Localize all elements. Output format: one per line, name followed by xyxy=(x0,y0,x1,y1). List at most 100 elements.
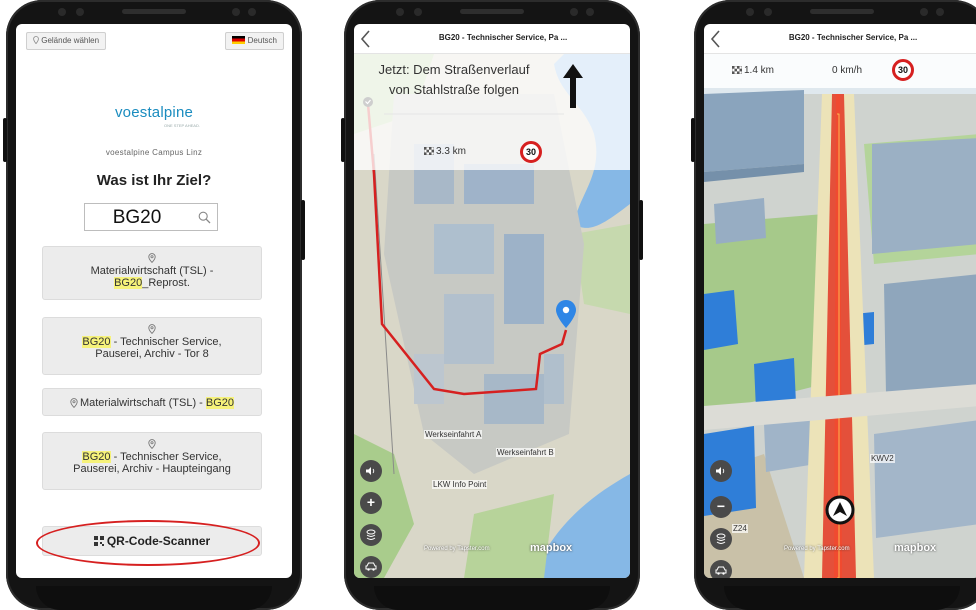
finish-flag-icon xyxy=(424,147,434,155)
result-line: Pauserei, Archiv - Tor 8 xyxy=(95,348,209,360)
result-item[interactable]: BG20 - Technischer Service, Pauserei, Ar… xyxy=(42,432,262,490)
phone-3d-navigation: BG20 - Technischer Service, Pa ... 1.4 k… xyxy=(691,0,976,610)
layers-icon xyxy=(366,529,376,540)
phone-top-bezel xyxy=(344,0,640,24)
site-select-button[interactable]: Gelände wählen xyxy=(26,32,107,50)
result-text: - Technischer Service, xyxy=(110,451,222,463)
result-item[interactable]: Materialwirtschaft (TSL) - BG20_Reprost. xyxy=(42,246,262,300)
mapbox-logo: mapbox xyxy=(530,542,573,554)
sensor-icon xyxy=(920,8,928,16)
speaker-grille xyxy=(810,9,874,14)
sensor-icon xyxy=(396,8,404,16)
sensor-icon xyxy=(76,8,84,16)
navigation-screen: BG20 - Technischer Service, Pa ... 1.4 k… xyxy=(704,24,976,578)
sensor-icon xyxy=(746,8,754,16)
result-item[interactable]: BG20 - Technischer Service, Pauserei, Ar… xyxy=(42,317,262,375)
sound-button[interactable] xyxy=(710,460,732,482)
finish-flag-icon xyxy=(732,66,742,74)
speaker-icon xyxy=(366,467,375,475)
search-icon[interactable] xyxy=(198,211,211,224)
phone-bottom-bezel xyxy=(374,586,610,610)
straight-arrow-icon xyxy=(563,64,583,108)
phone-bottom-bezel xyxy=(36,586,272,610)
map-label-kw: KWV2 xyxy=(870,454,895,463)
map-label-gate-b: Werkseinfahrt B xyxy=(496,448,555,457)
sensor-icon xyxy=(58,8,66,16)
speed-limit-sign: 30 xyxy=(520,141,542,163)
layers-icon xyxy=(716,533,726,544)
result-line: BG20 - Technischer Service, xyxy=(43,451,261,463)
back-chevron-icon[interactable] xyxy=(708,29,724,49)
minus-icon: − xyxy=(716,498,726,514)
speed-limit-sign: 30 xyxy=(892,59,914,81)
speaker-grille xyxy=(460,9,524,14)
result-text: _Reprost. xyxy=(142,277,190,289)
sensor-icon xyxy=(570,8,578,16)
navigation-header: BG20 - Technischer Service, Pa ... xyxy=(704,24,976,54)
qr-code-icon xyxy=(93,536,104,546)
result-line: BG20_Reprost. xyxy=(43,277,261,289)
vehicle-mode-button[interactable] xyxy=(360,556,382,578)
search-input[interactable]: BG20 xyxy=(84,203,218,231)
back-chevron-icon[interactable] xyxy=(358,29,374,49)
3d-route-map[interactable] xyxy=(704,54,976,578)
result-item[interactable]: Materialwirtschaft (TSL) - BG20 xyxy=(42,388,262,416)
sensor-icon xyxy=(232,8,240,16)
destination-title: BG20 - Technischer Service, Pa ... xyxy=(788,33,918,42)
result-highlight: BG20 xyxy=(114,277,143,289)
map-label-truck-info: LKW Info Point xyxy=(432,480,488,489)
phone-bottom-bezel xyxy=(724,586,960,610)
sensor-icon xyxy=(764,8,772,16)
camera-icon xyxy=(248,8,256,16)
current-speed: 0 km/h xyxy=(832,65,863,76)
remaining-distance: 1.4 km xyxy=(732,65,774,76)
qr-scanner-label: QR-Code-Scanner xyxy=(106,534,211,548)
location-pin-icon xyxy=(148,439,156,449)
turn-instruction-panel: Jetzt: Dem Straßenverlauf von Stahlstraß… xyxy=(354,54,630,170)
layers-button[interactable] xyxy=(710,528,732,550)
camera-icon xyxy=(936,8,944,16)
destination-title: BG20 - Technischer Service, Pa ... xyxy=(438,33,568,42)
brand-logo: voestalpine xyxy=(114,104,194,121)
map-attribution: Powered by Tapster.com xyxy=(784,546,850,552)
result-highlight: BG20 xyxy=(82,336,111,348)
zoom-in-button[interactable]: + xyxy=(360,492,382,514)
map-attribution: Powered by Tapster.com xyxy=(424,546,490,552)
vehicle-mode-button[interactable] xyxy=(710,560,732,578)
car-icon xyxy=(715,566,727,575)
phone-top-bezel xyxy=(694,0,976,24)
sensor-icon xyxy=(414,8,422,16)
result-text: Materialwirtschaft (TSL) - xyxy=(90,265,214,277)
location-pin-icon xyxy=(70,398,78,408)
remaining-distance: 3.3 km xyxy=(424,146,466,157)
speaker-grille xyxy=(122,9,186,14)
result-line: Pauserei, Archiv - Haupteingang xyxy=(73,463,231,475)
location-pin-icon xyxy=(148,253,156,263)
layers-button[interactable] xyxy=(360,524,382,546)
result-text: Materialwirtschaft (TSL) - xyxy=(79,397,206,409)
plus-icon: + xyxy=(366,494,376,510)
distance-value: 3.3 km xyxy=(436,146,467,157)
navigation-status-bar: 1.4 km 0 km/h 30 xyxy=(704,54,976,88)
result-text: - Technischer Service, xyxy=(110,336,222,348)
language-label: Deutsch xyxy=(247,36,277,45)
qr-scanner-button[interactable]: QR-Code-Scanner xyxy=(42,526,262,556)
result-highlight: BG20 xyxy=(205,397,235,409)
brand-tagline: ONE STEP AHEAD. xyxy=(164,123,200,128)
result-line: BG20 - Technischer Service, xyxy=(43,336,261,348)
search-value: BG20 xyxy=(112,207,162,228)
map-label-z24: Z24 xyxy=(732,524,748,533)
german-flag-icon xyxy=(231,36,245,44)
result-highlight: BG20 xyxy=(82,451,111,463)
zoom-out-button[interactable]: − xyxy=(710,496,732,518)
location-pin-icon xyxy=(148,324,156,334)
sound-button[interactable] xyxy=(360,460,382,482)
phone-search: Gelände wählen Deutsch voestalpine ONE S… xyxy=(3,0,305,610)
car-icon xyxy=(365,562,377,571)
distance-value: 1.4 km xyxy=(744,65,775,76)
phone-route-overview: BG20 - Technischer Service, Pa ... Jetzt… xyxy=(341,0,643,610)
language-button[interactable]: Deutsch xyxy=(224,32,284,50)
location-pin-icon xyxy=(33,36,39,45)
mapbox-logo: mapbox xyxy=(894,542,937,554)
map-label-gate-a: Werkseinfahrt A xyxy=(424,430,483,439)
